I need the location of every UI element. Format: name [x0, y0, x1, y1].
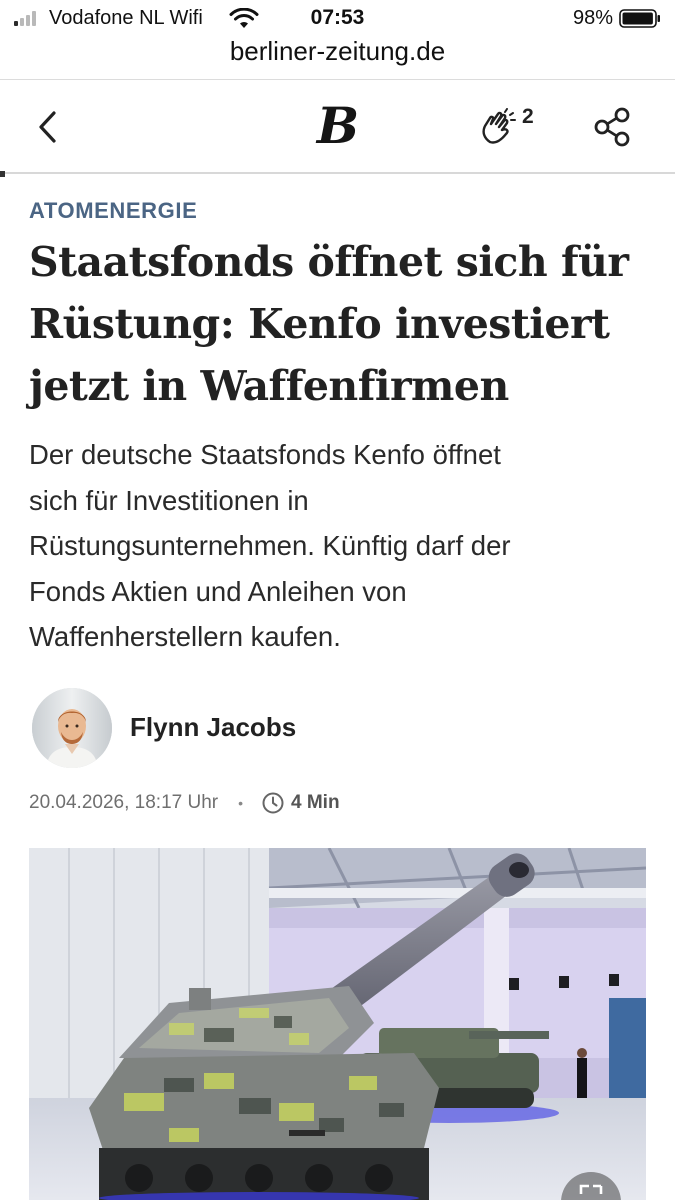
article-hero-image[interactable]: [29, 848, 646, 1200]
header-divider: [0, 172, 675, 174]
back-button[interactable]: [26, 102, 70, 152]
battery-percentage: 98%: [572, 7, 613, 29]
reading-time: 4 Min: [291, 792, 340, 813]
teaser-line: Rüstungsunternehmen. Künftig darf der: [29, 530, 511, 561]
status-bar: Vodafone NL Wifi 07:53 98% berliner-zeit…: [0, 0, 675, 66]
expand-icon: [579, 1184, 603, 1194]
clap-icon: [482, 108, 516, 144]
publish-date: 20.04.2026, 18:17 Uhr: [29, 792, 219, 813]
clap-count: 2: [522, 105, 534, 128]
article-meta: 20.04.2026, 18:17 Uhr • 4 Min: [29, 788, 340, 818]
teaser-line: Der deutsche Staatsfonds Kenfo öffnet: [29, 439, 501, 470]
teaser-line: Fonds Aktien und Anleihen von: [29, 575, 407, 607]
author-name[interactable]: Flynn Jacobs: [130, 712, 296, 743]
berliner-zeitung-logo[interactable]: B: [307, 96, 369, 156]
battery-icon: [619, 9, 660, 28]
article-headline: Staatsfonds öffnet sich für Rüstung: Ken…: [29, 231, 649, 417]
headline-line: jetzt in Waffenfirmen: [29, 362, 509, 410]
article-kicker[interactable]: ATOMENERGIE: [29, 198, 197, 224]
headline-line: Rüstung: Kenfo investiert: [29, 300, 610, 348]
author-byline: Flynn Jacobs: [29, 688, 649, 770]
share-icon: [594, 107, 630, 147]
reading-progress-bar: [0, 171, 5, 177]
tank-photo: [29, 848, 646, 1200]
meta-separator: •: [238, 795, 243, 811]
teaser-line: Waffenherstellern kaufen.: [29, 621, 341, 652]
article-teaser: Der deutsche Staatsfonds Kenfo öffnet si…: [29, 432, 649, 660]
teaser-line: sich für Investitionen in: [29, 484, 309, 516]
headline-line: Staatsfonds öffnet sich für: [29, 238, 629, 286]
site-header: B 2: [0, 80, 675, 174]
clock-icon: [262, 792, 284, 814]
clap-button[interactable]: 2: [478, 102, 548, 152]
chevron-left-icon: [39, 111, 56, 143]
expand-image-button[interactable]: [561, 1172, 621, 1200]
address-bar-url[interactable]: berliner-zeitung.de: [0, 36, 675, 67]
author-photo: [32, 688, 112, 768]
share-button[interactable]: [590, 104, 636, 150]
author-avatar[interactable]: [32, 688, 112, 768]
